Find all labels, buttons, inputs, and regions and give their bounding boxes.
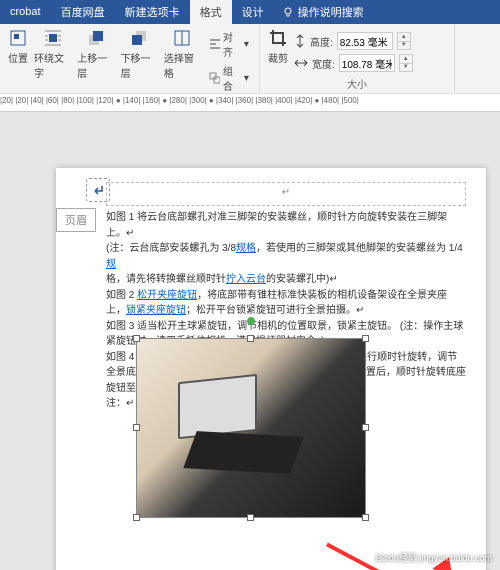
wrap-text-button[interactable]: 环绕文字 xyxy=(34,28,71,80)
tell-me-search[interactable]: 操作说明搜索 xyxy=(282,4,364,20)
height-input[interactable] xyxy=(337,32,393,50)
tab-design[interactable]: 设计 xyxy=(232,0,274,24)
link-loosen-clamp[interactable]: 松开夹座旋钮 xyxy=(137,290,197,301)
group-menu[interactable]: 组合▾ xyxy=(207,62,251,94)
send-backward-button[interactable]: 下移一层 xyxy=(121,28,158,80)
crop-button[interactable]: 裁剪 xyxy=(268,28,288,65)
align-icon xyxy=(209,38,220,50)
spin-up[interactable]: ▲ xyxy=(398,33,410,42)
laptop-photo xyxy=(137,339,365,517)
link-spec2[interactable]: 规 xyxy=(106,259,116,270)
group-icon xyxy=(209,72,220,84)
page-header-area[interactable]: ↵ xyxy=(106,182,466,206)
width-icon xyxy=(294,57,308,69)
spin-up[interactable]: ▲ xyxy=(400,55,412,64)
ribbon-tabs: crobat 百度网盘 新建选项卡 格式 设计 操作说明搜索 xyxy=(0,0,500,24)
header-tag[interactable]: 页眉 xyxy=(56,208,96,232)
link-spec[interactable]: 规格 xyxy=(236,243,256,254)
height-control: 高度: ▲▼ xyxy=(294,32,413,50)
height-icon xyxy=(294,34,306,48)
para-3: 格，请先将转换螺丝顺时针拧入云台的安装螺孔中)↵ xyxy=(106,272,466,288)
width-label: 宽度: xyxy=(312,56,335,71)
spin-down[interactable]: ▼ xyxy=(400,64,412,72)
horizontal-ruler[interactable]: |20| |20| |40| |60| |80| |100| |120| ● |… xyxy=(0,94,500,112)
position-button[interactable]: 位置 xyxy=(8,28,28,65)
selection-pane-button[interactable]: 选择窗格 xyxy=(164,28,201,80)
position-icon xyxy=(8,28,28,48)
pane-icon xyxy=(172,28,192,48)
header-paragraph-mark: ↵ xyxy=(107,187,465,198)
size-group-label: 大小 xyxy=(268,76,446,91)
pane-label: 选择窗格 xyxy=(164,50,201,80)
tab-format[interactable]: 格式 xyxy=(190,0,232,24)
resize-handle-tr[interactable] xyxy=(362,335,369,342)
backward-label: 下移一层 xyxy=(121,50,158,80)
para-1: 如图 1 将云台底部螺孔对准三脚架的安装螺丝，顺时针方向旋转安装在三脚架上。↵ xyxy=(106,210,466,241)
arrange-group: 位置 环绕文字 上移一层 下移一层 选择窗格 对齐▾ 组合▾ 旋转▾ xyxy=(0,24,260,93)
tab-baidu[interactable]: 百度网盘 xyxy=(51,0,115,24)
resize-handle-l[interactable] xyxy=(133,424,140,431)
forward-icon xyxy=(86,28,106,48)
ribbon: 位置 环绕文字 上移一层 下移一层 选择窗格 对齐▾ 组合▾ 旋转▾ xyxy=(0,24,500,94)
tab-newitem[interactable]: 新建选项卡 xyxy=(115,0,190,24)
rotate-handle[interactable] xyxy=(247,317,255,325)
resize-handle-t[interactable] xyxy=(247,335,254,342)
spin-down[interactable]: ▼ xyxy=(398,42,410,50)
backward-icon xyxy=(129,28,149,48)
header-return-icon xyxy=(91,183,105,197)
tab-acrobat[interactable]: crobat xyxy=(0,2,51,22)
wrap-label: 环绕文字 xyxy=(34,50,71,80)
inserted-image[interactable] xyxy=(136,338,366,518)
link-lock-clamp[interactable]: 锁紧夹座旋钮 xyxy=(126,305,186,316)
lightbulb-icon xyxy=(282,6,294,18)
bring-forward-button[interactable]: 上移一层 xyxy=(77,28,114,80)
crop-label: 裁剪 xyxy=(268,50,288,65)
position-label: 位置 xyxy=(8,50,28,65)
chevron-down-icon: ▾ xyxy=(244,73,249,84)
height-label: 高度: xyxy=(310,34,333,49)
link-screw-in[interactable]: 拧入云台 xyxy=(226,274,266,285)
width-spinner[interactable]: ▲▼ xyxy=(399,54,413,72)
tell-me-label: 操作说明搜索 xyxy=(298,4,364,20)
resize-handle-br[interactable] xyxy=(362,514,369,521)
resize-handle-bl[interactable] xyxy=(133,514,140,521)
document-area: ↵ 页眉 如图 1 将云台底部螺孔对准三脚架的安装螺丝，顺时针方向旋转安装在三脚… xyxy=(0,112,500,570)
align-menu[interactable]: 对齐▾ xyxy=(207,28,251,60)
watermark: Baidu经验 jingyan.baidu.com xyxy=(376,551,492,564)
crop-icon xyxy=(268,28,288,48)
resize-handle-tl[interactable] xyxy=(133,335,140,342)
resize-handle-r[interactable] xyxy=(362,424,369,431)
para-4: 如图 2 松开夹座旋钮，将底部带有锥柱标准快装板的相机设备架设在全景夹座上，锁紧… xyxy=(106,288,466,319)
resize-handle-b[interactable] xyxy=(247,514,254,521)
width-input[interactable] xyxy=(339,54,395,72)
height-spinner[interactable]: ▲▼ xyxy=(397,32,411,50)
wrap-icon xyxy=(43,28,63,48)
para-2: (注：云台底部安装螺孔为 3/8规格，若使用的三脚架或其他脚架的安装螺丝为 1/… xyxy=(106,241,466,272)
forward-label: 上移一层 xyxy=(77,50,114,80)
chevron-down-icon: ▾ xyxy=(244,39,249,50)
page: ↵ 页眉 如图 1 将云台底部螺孔对准三脚架的安装螺丝，顺时针方向旋转安装在三脚… xyxy=(56,168,486,570)
size-group: 裁剪 高度: ▲▼ 宽度: ▲▼ 大小 xyxy=(260,24,455,93)
width-control: 宽度: ▲▼ xyxy=(294,54,413,72)
